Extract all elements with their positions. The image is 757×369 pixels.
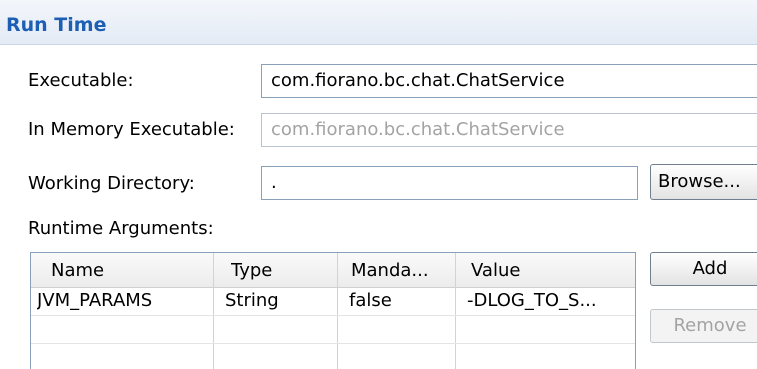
cell-mandatory: false (349, 290, 392, 311)
in-memory-executable-label: In Memory Executable: (28, 119, 235, 140)
column-header-mandatory[interactable]: Manda... (351, 260, 429, 281)
column-header-type[interactable]: Type (231, 260, 272, 281)
section-header: Run Time (0, 0, 757, 45)
table-header: Name Type Manda... Value (31, 253, 635, 288)
column-header-name[interactable]: Name (51, 260, 104, 281)
column-divider (337, 253, 338, 369)
column-header-value[interactable]: Value (471, 260, 520, 281)
add-button[interactable]: Add (650, 252, 757, 286)
cell-name: JVM_PARAMS (37, 290, 153, 311)
column-divider (213, 253, 214, 369)
in-memory-executable-field: com.fiorano.bc.chat.ChatService (261, 113, 757, 147)
working-directory-label: Working Directory: (28, 173, 195, 194)
executable-field[interactable]: com.fiorano.bc.chat.ChatService (261, 64, 757, 98)
runtime-arguments-label: Runtime Arguments: (28, 218, 214, 239)
column-divider (455, 253, 456, 369)
cell-value: -DLOG_TO_S... (467, 290, 597, 311)
cell-type: String (225, 290, 279, 311)
section-title: Run Time (6, 14, 107, 36)
runtime-arguments-table: Name Type Manda... Value JVM_PARAMS Stri… (30, 252, 636, 369)
browse-button[interactable]: Browse... (650, 164, 757, 200)
row-divider (31, 343, 635, 344)
working-directory-field[interactable]: . (261, 166, 638, 200)
executable-label: Executable: (28, 70, 134, 91)
remove-button[interactable]: Remove (650, 309, 757, 343)
row-divider (31, 315, 635, 316)
